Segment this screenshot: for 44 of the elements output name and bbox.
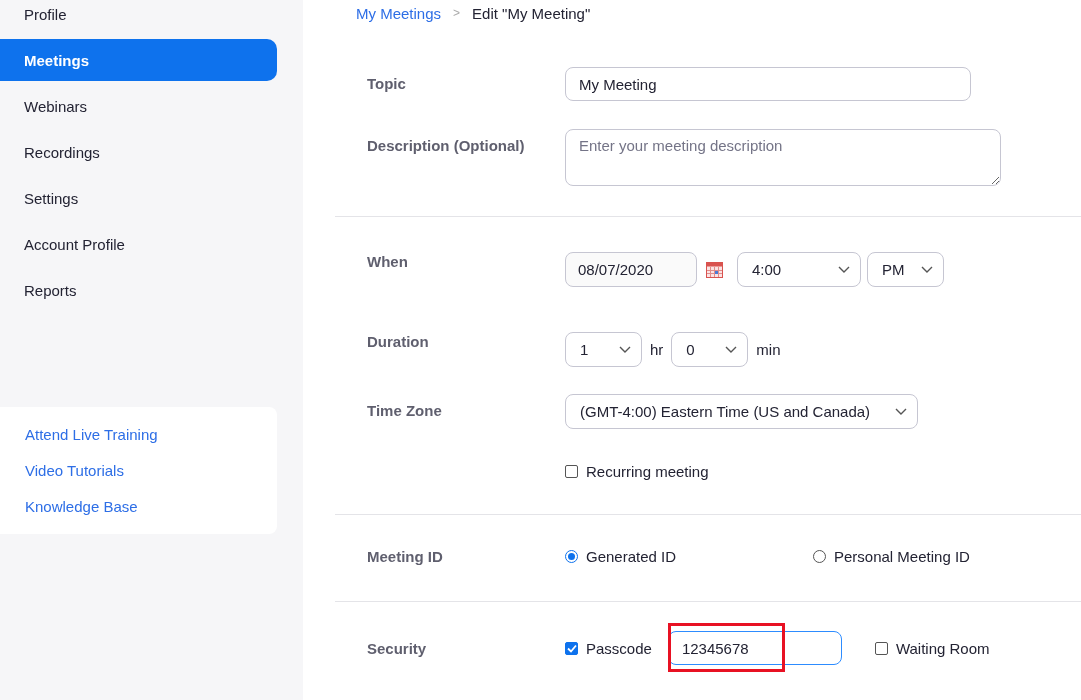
sidebar-item[interactable]: Webinars xyxy=(0,85,277,127)
sidebar-item[interactable]: Settings xyxy=(0,177,277,219)
checkbox-label: Recurring meeting xyxy=(586,463,709,480)
breadcrumb-link[interactable]: My Meetings xyxy=(356,4,442,22)
calendar-icon[interactable] xyxy=(706,261,723,278)
time-select[interactable]: 4:00 xyxy=(737,252,861,287)
sidebar-item[interactable]: Account Profile xyxy=(0,223,277,265)
chevron-down-icon xyxy=(838,265,850,274)
unit-label: hr xyxy=(650,341,664,358)
chevron-down-icon xyxy=(895,407,907,416)
field-label: Time Zone xyxy=(367,401,443,419)
field-label: Topic xyxy=(367,74,407,92)
minutes-select[interactable]: 0 xyxy=(671,332,749,367)
sidebar-item[interactable]: Profile xyxy=(0,0,277,35)
description-field[interactable]: Enter your meeting description xyxy=(565,129,1001,186)
chevron-down-icon xyxy=(725,345,738,354)
ampm-select[interactable]: PM xyxy=(867,252,944,287)
checkbox[interactable] xyxy=(565,465,578,478)
help-link[interactable]: Attend Live Training xyxy=(25,426,158,443)
sidebar-item[interactable]: Meetings xyxy=(0,39,277,81)
breadcrumb-separator: > xyxy=(453,6,461,20)
checkbox-label: Passcode xyxy=(586,639,652,657)
checkbox-label: Waiting Room xyxy=(895,639,990,657)
radio-label: Generated ID xyxy=(586,548,677,565)
field-label: When xyxy=(367,252,409,270)
time-zone-select[interactable]: (GMT-4:00) Eastern Time (US and Canada) xyxy=(565,394,918,429)
field-label: Meeting ID xyxy=(367,548,444,565)
unit-label: min xyxy=(756,341,781,358)
help-link[interactable]: Video Tutorials xyxy=(25,462,124,479)
chevron-down-icon xyxy=(921,265,933,274)
radio-label: Personal Meeting ID xyxy=(834,548,970,565)
help-link[interactable]: Knowledge Base xyxy=(25,498,138,515)
field-label: Security xyxy=(367,639,428,657)
chevron-down-icon xyxy=(619,345,631,354)
date-field[interactable]: 08/07/2020 xyxy=(565,252,697,287)
hours-select[interactable]: 1 xyxy=(565,332,642,367)
sidebar-item[interactable]: Recordings xyxy=(0,131,277,173)
topic-field[interactable]: My Meeting xyxy=(565,67,971,101)
field-label: Duration xyxy=(367,332,430,350)
sidebar-item[interactable]: Reports xyxy=(0,269,277,311)
field-label: Description (Optional) xyxy=(367,136,526,154)
breadcrumb-current: Edit "My Meeting" xyxy=(472,4,591,22)
checkbox[interactable] xyxy=(565,641,578,655)
checkbox[interactable] xyxy=(874,641,888,655)
